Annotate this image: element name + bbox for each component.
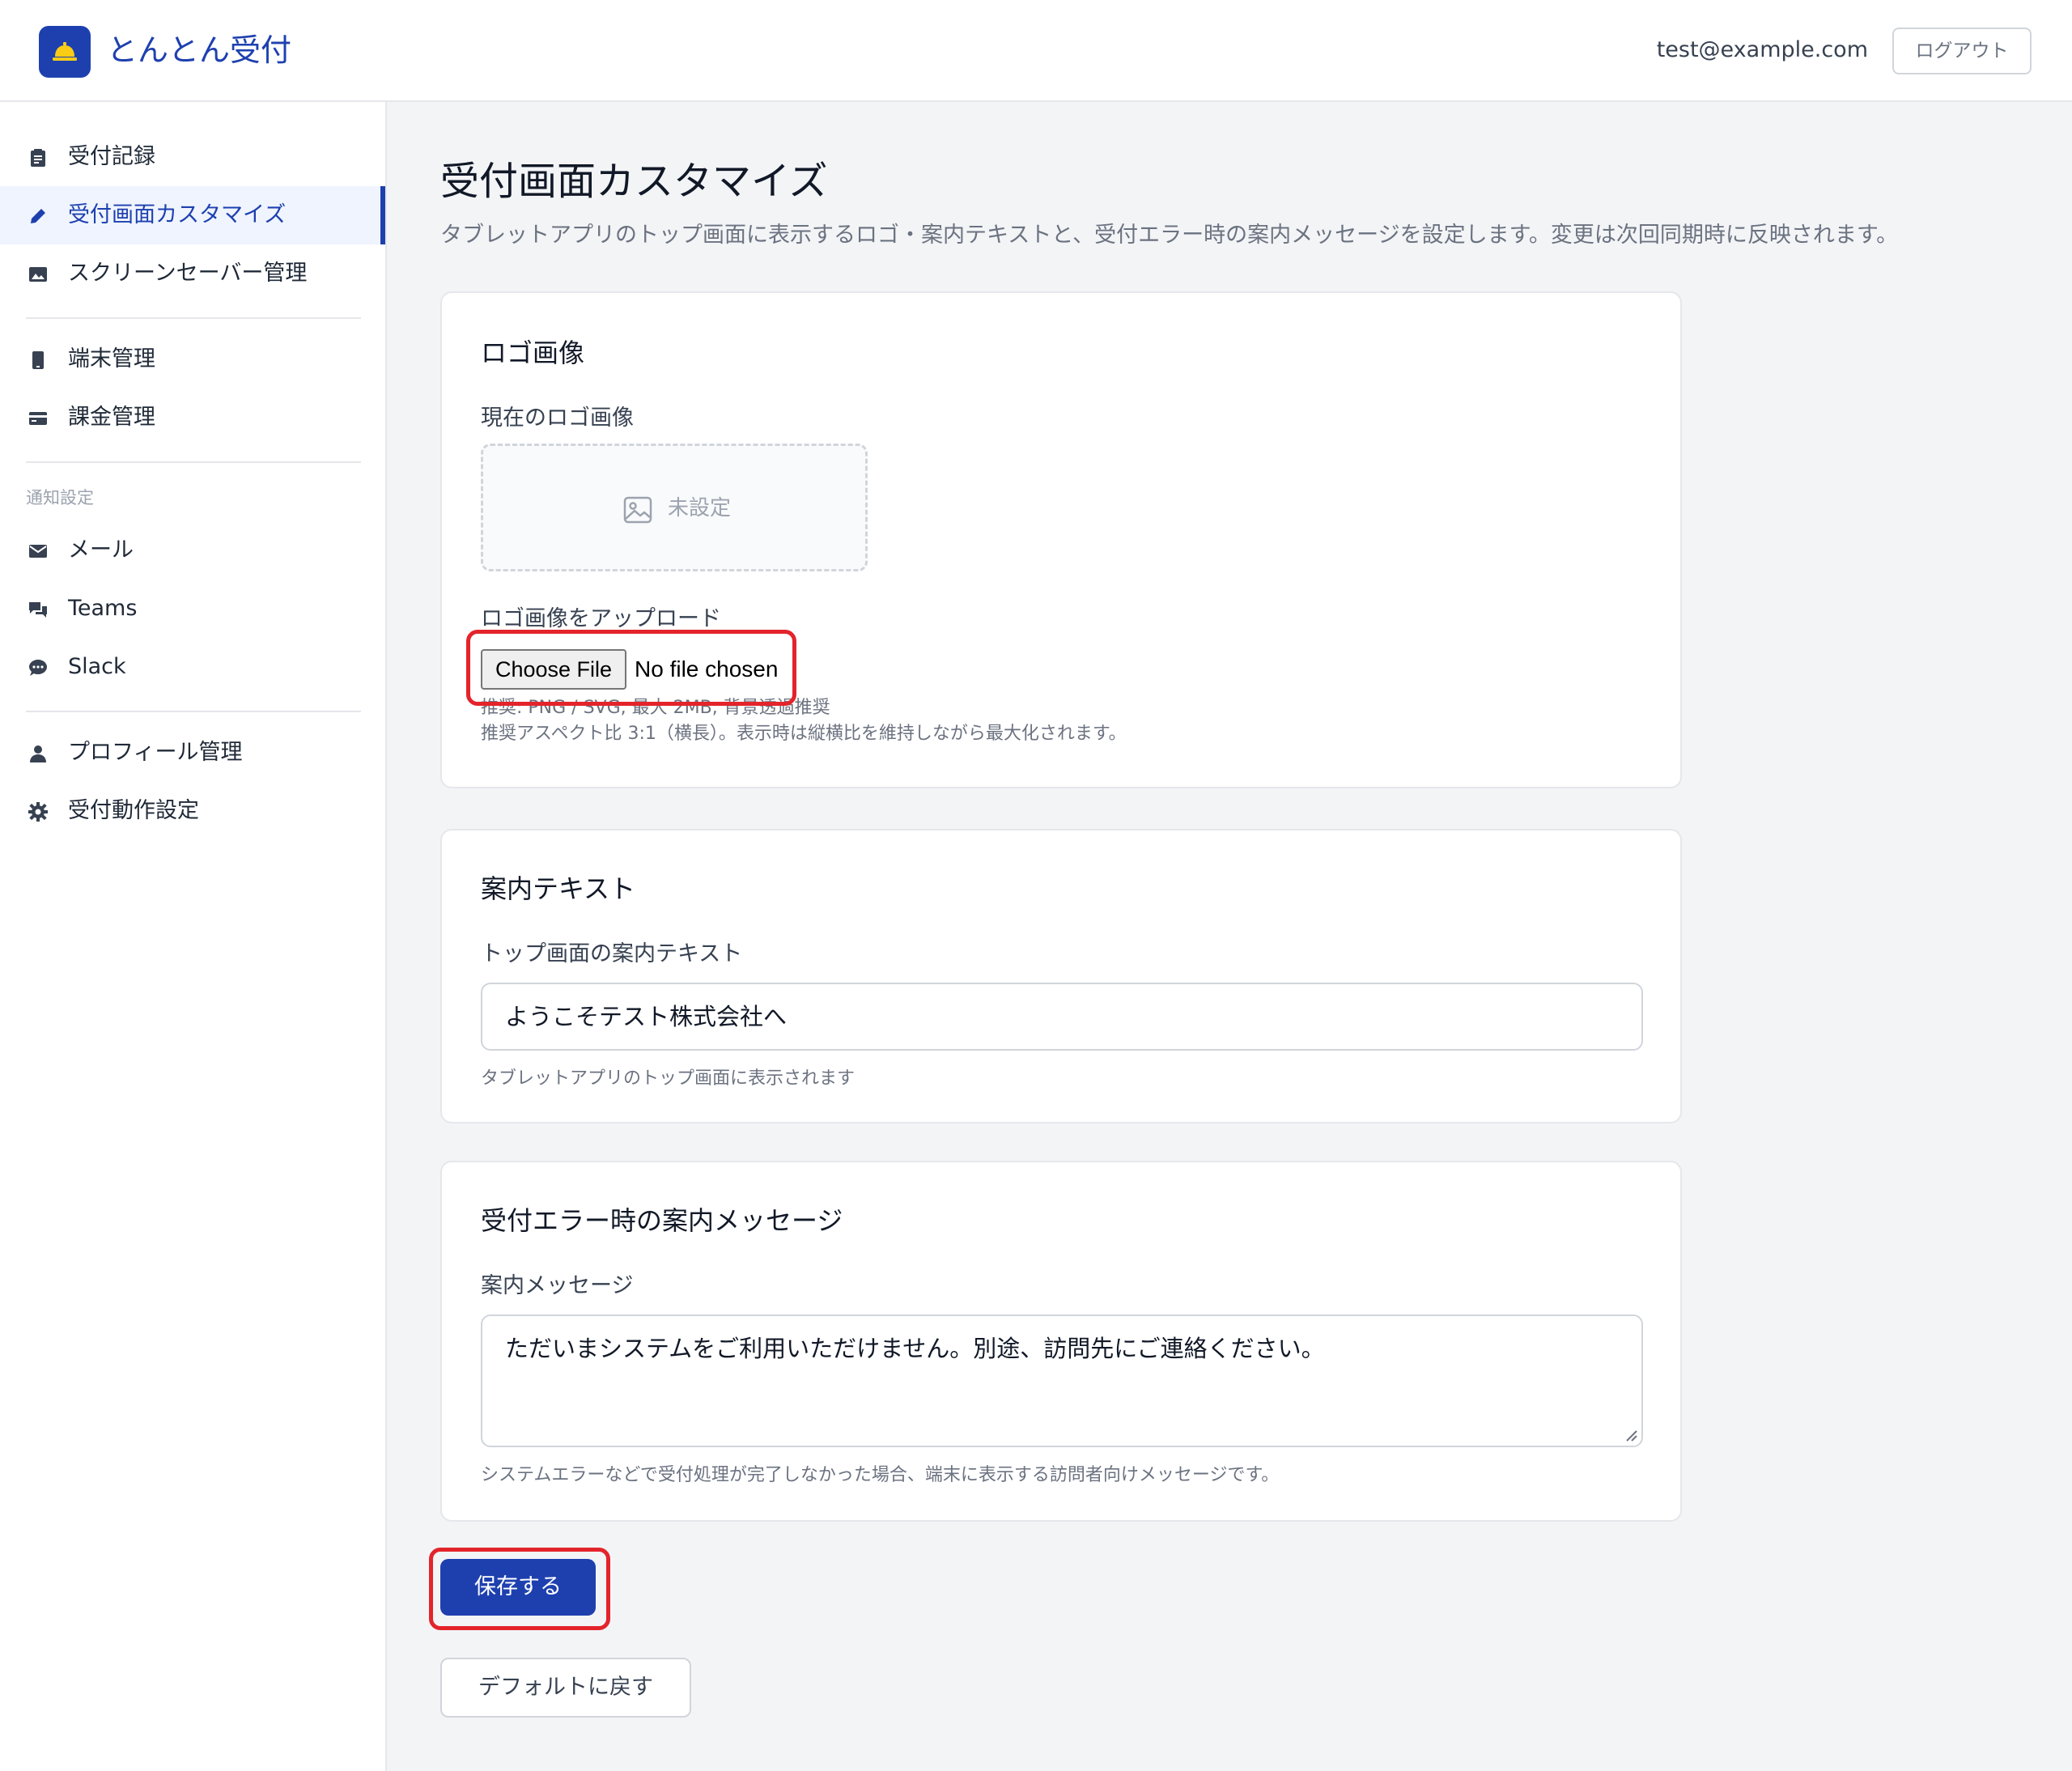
logo-placeholder-text: 未設定: [668, 496, 732, 520]
card-title: 案内テキスト: [481, 873, 636, 904]
sidebar-section-notifications: 通知設定: [26, 488, 94, 508]
card-title: ロゴ画像: [481, 338, 585, 368]
logo-help-aspect: 推奨アスペクト比 3:1（横長）。表示時は縦横比を維持しながら最大化されます。: [481, 724, 1127, 744]
sidebar-divider: [26, 317, 361, 319]
gear-icon: [28, 802, 48, 822]
sidebar-item-reception-log[interactable]: 受付記録: [0, 128, 385, 186]
bell-icon: [53, 42, 77, 61]
sidebar-divider: [26, 711, 361, 712]
sidebar-item-profile[interactable]: プロフィール管理: [0, 724, 385, 782]
highlight-box-save: [429, 1548, 610, 1630]
card-title: 受付エラー時の案内メッセージ: [481, 1205, 843, 1236]
sidebar-item-label: プロフィール管理: [68, 740, 243, 765]
guide-text-help: タブレットアプリのトップ画面に表示されます: [481, 1068, 856, 1089]
app-logo[interactable]: [39, 26, 91, 78]
guide-text-card: 案内テキスト トップ画面の案内テキスト ようこそテスト株式会社へ タブレットアプ…: [440, 829, 1682, 1123]
user-email: test@example.com: [1656, 37, 1868, 62]
sidebar-item-label: スクリーンセーバー管理: [68, 261, 308, 286]
sidebar-item-label: 受付動作設定: [68, 798, 199, 823]
sidebar-item-label: 受付画面カスタマイズ: [68, 202, 287, 227]
sidebar-item-slack[interactable]: Slack: [0, 638, 385, 696]
guide-text-label: トップ画面の案内テキスト: [481, 941, 743, 966]
logo-image-card: ロゴ画像 現在のロゴ画像 未設定 ロゴ画像をアップロード Choose File…: [440, 291, 1682, 788]
reset-default-button[interactable]: デフォルトに戻す: [440, 1658, 691, 1718]
highlight-box-file-input: [466, 630, 796, 706]
sidebar-item-teams[interactable]: Teams: [0, 580, 385, 638]
clipboard-icon: [31, 149, 45, 167]
error-message-value: ただいまシステムをご利用いただけません。別途、訪問先にご連絡ください。: [505, 1335, 1325, 1362]
chat-icon: [29, 602, 47, 618]
image-icon: [29, 267, 47, 282]
image-placeholder-icon: [623, 496, 652, 524]
page-title: 受付画面カスタマイズ: [440, 159, 828, 204]
sidebar-divider: [26, 461, 361, 463]
page-description: タブレットアプリのトップ画面に表示するロゴ・案内テキストと、受付エラー時の案内メ…: [440, 223, 1899, 248]
envelope-icon: [29, 545, 47, 558]
error-message-help: システムエラーなどで受付処理が完了しなかった場合、端末に表示する訪問者向けメッセ…: [481, 1465, 1280, 1485]
user-icon: [30, 745, 46, 762]
guide-text-value: ようこそテスト株式会社へ: [505, 1003, 788, 1030]
sidebar-item-reception-settings[interactable]: 受付動作設定: [0, 782, 385, 840]
sidebar: 受付記録 受付画面カスタマイズ スクリーンセーバー管理 端末管理 課金管理 通知…: [0, 102, 387, 1771]
sidebar-item-label: Slack: [68, 654, 126, 679]
speech-bubble-icon: [29, 660, 47, 676]
sidebar-item-label: 課金管理: [68, 405, 155, 430]
sidebar-item-devices[interactable]: 端末管理: [0, 330, 385, 389]
sidebar-item-email[interactable]: メール: [0, 521, 385, 580]
sidebar-item-screensaver[interactable]: スクリーンセーバー管理: [0, 244, 385, 303]
sidebar-item-label: メール: [68, 537, 134, 563]
top-header: とんとん受付 test@example.com ログアウト: [0, 0, 2072, 102]
sidebar-item-billing[interactable]: 課金管理: [0, 389, 385, 447]
sidebar-item-label: Teams: [68, 596, 138, 621]
logout-button[interactable]: ログアウト: [1892, 28, 2032, 74]
tablet-icon: [32, 351, 44, 369]
error-message-card: 受付エラー時の案内メッセージ 案内メッセージ ただいまシステムをご利用いただけま…: [440, 1161, 1682, 1522]
app-name[interactable]: とんとん受付: [107, 31, 291, 70]
sidebar-item-screen-customize[interactable]: 受付画面カスタマイズ: [0, 186, 385, 244]
logo-preview: 未設定: [481, 444, 868, 571]
resize-handle-icon[interactable]: [1624, 1428, 1638, 1442]
credit-card-icon: [29, 412, 47, 425]
pencil-icon: [31, 209, 45, 223]
guide-text-input[interactable]: ようこそテスト株式会社へ: [481, 983, 1643, 1051]
sidebar-item-label: 受付記録: [68, 144, 155, 169]
error-message-textarea[interactable]: ただいまシステムをご利用いただけません。別途、訪問先にご連絡ください。: [481, 1314, 1643, 1447]
error-message-label: 案内メッセージ: [481, 1273, 634, 1298]
current-logo-label: 現在のロゴ画像: [481, 406, 634, 431]
sidebar-item-label: 端末管理: [68, 346, 155, 372]
